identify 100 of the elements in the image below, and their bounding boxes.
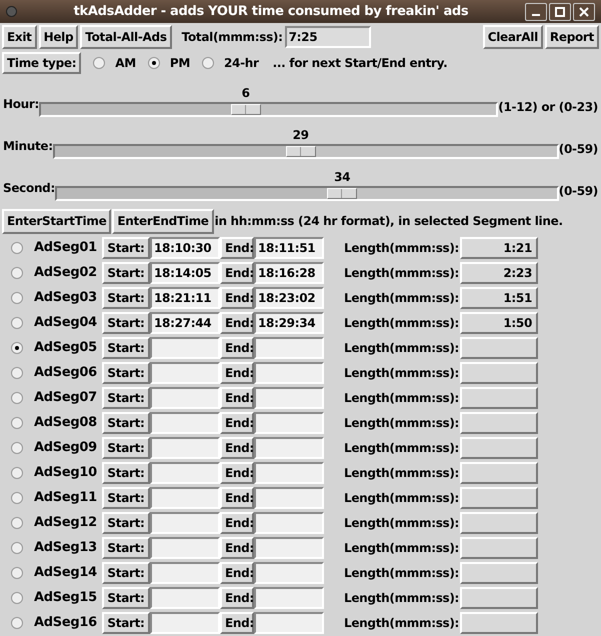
radio-button[interactable]: [11, 266, 23, 278]
radio-button[interactable]: [148, 57, 160, 69]
end-button[interactable]: End:: [220, 512, 254, 534]
start-button[interactable]: Start:: [102, 236, 150, 258]
radio-button[interactable]: [11, 392, 23, 404]
radio-button[interactable]: [93, 57, 106, 69]
radio-button[interactable]: [11, 616, 23, 628]
start-field[interactable]: [150, 512, 220, 534]
radio-button[interactable]: [11, 366, 23, 378]
start-button[interactable]: Start:: [102, 486, 150, 508]
radio-button[interactable]: [11, 542, 23, 554]
start-field[interactable]: [150, 486, 220, 508]
end-button[interactable]: End:: [220, 336, 254, 358]
end-field[interactable]: [254, 436, 324, 458]
start-field[interactable]: [150, 462, 220, 484]
slider-track[interactable]: [54, 186, 559, 201]
end-field[interactable]: [254, 362, 324, 384]
start-field[interactable]: [150, 412, 220, 434]
end-field[interactable]: 18:23:02: [254, 286, 324, 308]
enter-time-button[interactable]: EnterStartTime: [2, 208, 112, 234]
end-field[interactable]: [254, 512, 324, 534]
end-button[interactable]: End:: [220, 612, 254, 634]
end-button[interactable]: End:: [220, 312, 254, 334]
end-field[interactable]: 18:16:28: [254, 262, 324, 284]
end-button[interactable]: End:: [220, 286, 254, 308]
end-field[interactable]: [254, 386, 324, 408]
slider-thumb[interactable]: [286, 146, 316, 157]
start-button[interactable]: Start:: [102, 586, 150, 608]
end-field[interactable]: [254, 536, 324, 558]
radio-button[interactable]: [11, 466, 23, 478]
end-button[interactable]: End:: [220, 386, 254, 408]
end-button[interactable]: End:: [220, 536, 254, 558]
toolbar-button[interactable]: ClearAll: [482, 25, 543, 49]
start-field[interactable]: [150, 386, 220, 408]
start-field[interactable]: [150, 336, 220, 358]
start-button[interactable]: Start:: [102, 286, 150, 308]
end-button[interactable]: End:: [220, 462, 254, 484]
start-button[interactable]: Start:: [102, 612, 150, 634]
start-field[interactable]: 18:21:11: [150, 286, 220, 308]
toolbar-button[interactable]: Report: [544, 25, 599, 49]
start-button[interactable]: Start:: [102, 536, 150, 558]
start-field[interactable]: [150, 586, 220, 608]
slider-track[interactable]: [39, 102, 498, 117]
slider-track[interactable]: [52, 144, 559, 159]
slider-thumb[interactable]: [326, 188, 357, 199]
end-field[interactable]: 18:11:51: [254, 236, 324, 258]
end-field[interactable]: [254, 486, 324, 508]
radio-button[interactable]: [11, 416, 23, 428]
start-button[interactable]: Start:: [102, 412, 150, 434]
end-button[interactable]: End:: [220, 362, 254, 384]
start-button[interactable]: Start:: [102, 436, 150, 458]
slider-thumb[interactable]: [230, 104, 261, 115]
maximize-button[interactable]: [549, 2, 571, 20]
end-button[interactable]: End:: [220, 562, 254, 584]
start-field[interactable]: [150, 536, 220, 558]
start-field[interactable]: [150, 362, 220, 384]
start-button[interactable]: Start:: [102, 312, 150, 334]
end-button[interactable]: End:: [220, 236, 254, 258]
time-type-button[interactable]: Time type:: [2, 52, 82, 74]
end-field[interactable]: [254, 462, 324, 484]
end-field[interactable]: [254, 586, 324, 608]
end-field[interactable]: [254, 336, 324, 358]
minimize-button[interactable]: [525, 2, 547, 20]
toolbar-button[interactable]: Total-All-Ads: [80, 25, 172, 49]
start-button[interactable]: Start:: [102, 386, 150, 408]
start-button[interactable]: Start:: [102, 562, 150, 584]
radio-button[interactable]: [11, 566, 23, 578]
end-field[interactable]: [254, 412, 324, 434]
radio-button[interactable]: [11, 316, 23, 328]
start-field[interactable]: [150, 612, 220, 634]
radio-button[interactable]: [11, 242, 23, 254]
end-button[interactable]: End:: [220, 412, 254, 434]
end-button[interactable]: End:: [220, 486, 254, 508]
enter-time-button[interactable]: EnterEndTime: [112, 208, 214, 234]
total-field[interactable]: 7:25: [284, 26, 371, 48]
radio-button[interactable]: [11, 592, 23, 604]
start-button[interactable]: Start:: [102, 336, 150, 358]
start-button[interactable]: Start:: [102, 362, 150, 384]
radio-button[interactable]: [202, 57, 214, 69]
start-button[interactable]: Start:: [102, 262, 150, 284]
radio-button[interactable]: [11, 292, 23, 304]
end-button[interactable]: End:: [220, 586, 254, 608]
end-field[interactable]: 18:29:34: [254, 312, 324, 334]
end-button[interactable]: End:: [220, 436, 254, 458]
end-button[interactable]: End:: [220, 262, 254, 284]
radio-button[interactable]: [11, 442, 23, 454]
close-button[interactable]: [573, 2, 595, 20]
start-field[interactable]: 18:14:05: [150, 262, 220, 284]
end-field[interactable]: [254, 612, 324, 634]
start-field[interactable]: [150, 562, 220, 584]
window-menu-icon[interactable]: [6, 6, 17, 17]
radio-button[interactable]: [11, 342, 23, 354]
end-field[interactable]: [254, 562, 324, 584]
start-field[interactable]: 18:10:30: [150, 236, 220, 258]
start-field[interactable]: 18:27:44: [150, 312, 220, 334]
radio-button[interactable]: [11, 516, 23, 528]
toolbar-button[interactable]: Exit: [2, 25, 37, 49]
toolbar-button[interactable]: Help: [38, 25, 78, 49]
start-button[interactable]: Start:: [102, 462, 150, 484]
start-field[interactable]: [150, 436, 220, 458]
